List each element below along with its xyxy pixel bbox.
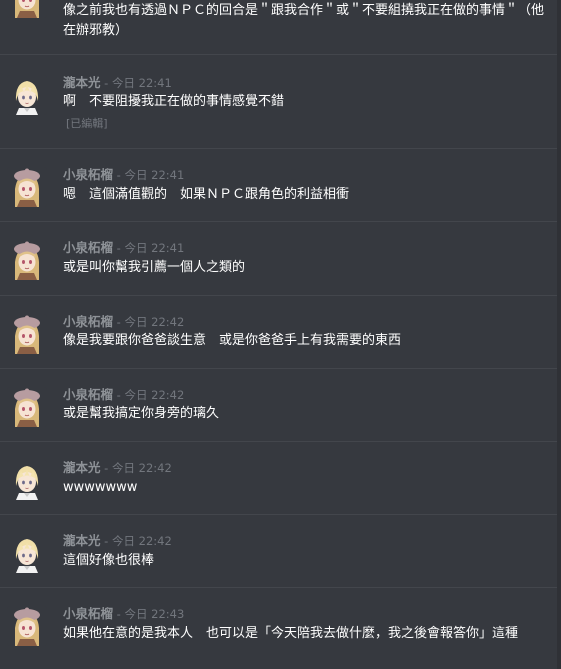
blonde-boy-avatar-icon[interactable] xyxy=(7,75,47,115)
message-content: 這個好像也很棒 xyxy=(63,553,155,568)
message-content: 如果他在意的是我本人 也可以是「今天陪我去做什麼，我之後會報答你」這種 xyxy=(63,626,519,641)
message-author[interactable]: 瀧本光 xyxy=(63,460,101,475)
header-separator: - xyxy=(113,607,125,621)
message-author[interactable]: 小泉柘榴 xyxy=(63,314,113,329)
beret-girl-avatar-icon[interactable] xyxy=(7,387,47,427)
message-content: 啊 不要阻擾我正在做的事情感覺不錯 xyxy=(63,94,285,109)
chat-log: 像之前我也有透過ＮＰＣ的回合是＂跟我合作＂或＂不要組撓我正在做的事情＂（他在辦邪… xyxy=(0,0,561,669)
scrollbar-track[interactable] xyxy=(557,0,561,669)
message-timestamp[interactable]: 今日 22:42 xyxy=(112,534,172,548)
message-timestamp[interactable]: 今日 22:42 xyxy=(112,461,172,475)
header-separator: - xyxy=(100,461,112,475)
message-content: 像之前我也有透過ＮＰＣ的回合是＂跟我合作＂或＂不要組撓我正在做的事情＂（他在辦邪… xyxy=(63,3,545,38)
message-divider xyxy=(0,295,557,296)
header-separator: - xyxy=(113,388,125,402)
header-separator: - xyxy=(113,315,125,329)
message-divider xyxy=(0,148,557,149)
beret-girl-avatar-icon[interactable] xyxy=(7,314,47,354)
beret-girl-avatar-icon[interactable] xyxy=(7,606,47,646)
beret-girl-avatar-icon[interactable] xyxy=(7,240,47,280)
message-author[interactable]: 小泉柘榴 xyxy=(63,167,113,182)
beret-girl-avatar-icon[interactable] xyxy=(7,167,47,207)
message-author[interactable]: 小泉柘榴 xyxy=(63,606,113,621)
message-divider xyxy=(0,441,557,442)
message-divider xyxy=(0,221,557,222)
message-divider xyxy=(0,54,557,55)
beret-girl-avatar-icon[interactable] xyxy=(7,0,47,18)
header-separator: - xyxy=(113,241,125,255)
message-timestamp[interactable]: 今日 22:41 xyxy=(124,168,184,182)
blonde-boy-avatar-icon[interactable] xyxy=(7,460,47,500)
message-divider xyxy=(0,514,557,515)
message-content: 嗯 這個滿值觀的 如果ＮＰＣ跟角色的利益相衝 xyxy=(63,187,350,202)
message-content: wwwwwww xyxy=(63,480,138,495)
message-timestamp[interactable]: 今日 22:42 xyxy=(124,315,184,329)
message-divider xyxy=(0,368,557,369)
message-timestamp[interactable]: 今日 22:41 xyxy=(124,241,184,255)
header-separator: - xyxy=(113,168,125,182)
message-content: 或是叫你幫我引薦一個人之類的 xyxy=(63,260,246,275)
blonde-boy-avatar-icon[interactable] xyxy=(7,533,47,573)
message-content: 像是我要跟你爸爸談生意 或是你爸爸手上有我需要的東西 xyxy=(63,333,402,348)
header-separator: - xyxy=(100,76,112,90)
header-separator: - xyxy=(100,534,112,548)
message-timestamp[interactable]: 今日 22:43 xyxy=(124,607,184,621)
message-author[interactable]: 瀧本光 xyxy=(63,75,101,90)
edited-indicator: [已編輯] xyxy=(66,117,108,130)
message-divider xyxy=(0,587,557,588)
message-timestamp[interactable]: 今日 22:41 xyxy=(112,76,172,90)
message-content: 或是幫我搞定你身旁的璃久 xyxy=(63,406,220,421)
message-author[interactable]: 小泉柘榴 xyxy=(63,240,113,255)
message-author[interactable]: 小泉柘榴 xyxy=(63,387,113,402)
message-author[interactable]: 瀧本光 xyxy=(63,533,101,548)
message-timestamp[interactable]: 今日 22:42 xyxy=(124,388,184,402)
